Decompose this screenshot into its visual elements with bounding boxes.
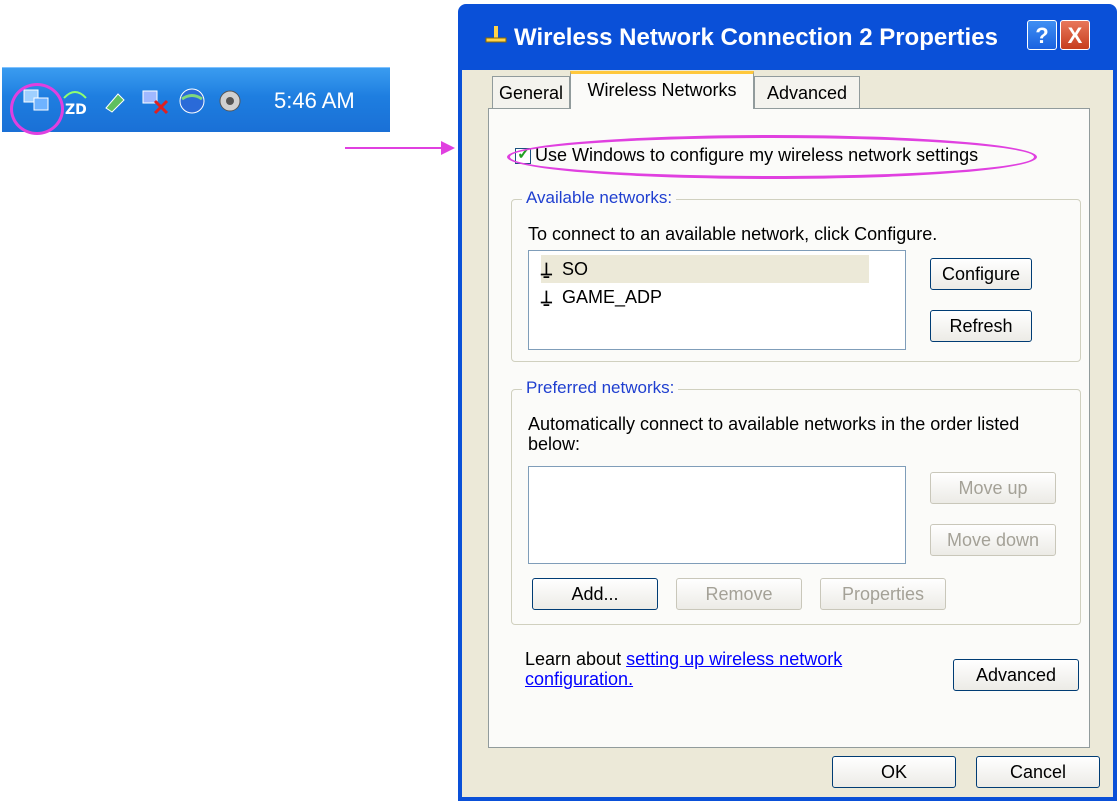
annotation-oval: [507, 135, 1037, 179]
configure-button[interactable]: Configure: [930, 258, 1032, 290]
list-item[interactable]: ⍊ SO: [541, 255, 869, 283]
dialog-client: General Wireless Networks Advanced ✓ Use …: [462, 70, 1113, 797]
available-networks-list[interactable]: ⍊ SO ⍊ GAME_ADP: [528, 250, 906, 350]
list-item[interactable]: ⍊ GAME_ADP: [541, 283, 869, 311]
tab-wireless-networks[interactable]: Wireless Networks: [570, 71, 754, 109]
cancel-button[interactable]: Cancel: [976, 756, 1100, 788]
move-down-button[interactable]: Move down: [930, 524, 1056, 556]
available-networks-group: Available networks: To connect to an ava…: [511, 188, 1081, 362]
svg-text:ZD: ZD: [65, 102, 87, 116]
add-button[interactable]: Add...: [532, 578, 658, 610]
available-networks-label: Available networks:: [522, 188, 677, 208]
network-disconnected-icon[interactable]: [140, 86, 170, 116]
zd-wireless-icon[interactable]: ZD: [60, 86, 90, 118]
annotation-arrow-head: [441, 141, 455, 155]
globe-icon[interactable]: [177, 86, 207, 116]
advanced-button[interactable]: Advanced: [953, 659, 1079, 691]
properties-button[interactable]: Properties: [820, 578, 946, 610]
antenna-icon: ⍊: [541, 259, 552, 279]
annotation-arrow-line: [345, 147, 443, 149]
preferred-networks-group: Preferred networks: Automatically connec…: [511, 378, 1081, 625]
preferred-networks-list[interactable]: [528, 466, 906, 564]
preferred-networks-label: Preferred networks:: [522, 378, 679, 398]
refresh-button[interactable]: Refresh: [930, 310, 1032, 342]
close-button[interactable]: X: [1060, 20, 1090, 50]
learn-about-label: Learn about: [525, 649, 622, 669]
move-up-button[interactable]: Move up: [930, 472, 1056, 504]
usb-device-icon[interactable]: [100, 86, 130, 116]
tab-panel: ✓ Use Windows to configure my wireless ne…: [488, 108, 1090, 748]
dialog-title: Wireless Network Connection 2 Properties: [514, 24, 998, 51]
tab-advanced[interactable]: Advanced: [754, 76, 860, 108]
system-tray: ZD 5:46 AM: [2, 67, 390, 135]
clock[interactable]: 5:46 AM: [274, 88, 355, 114]
network-connection-icon: [484, 24, 510, 51]
learn-about-text: Learn about setting up wireless network …: [525, 649, 905, 689]
tab-general[interactable]: General: [492, 76, 570, 108]
annotation-circle: [10, 83, 64, 135]
title-bar[interactable]: Wireless Network Connection 2 Properties…: [462, 4, 1113, 70]
ok-button[interactable]: OK: [832, 756, 956, 788]
volume-icon[interactable]: [216, 86, 246, 116]
remove-button[interactable]: Remove: [676, 578, 802, 610]
preferred-networks-description: Automatically connect to available netwo…: [528, 414, 1020, 454]
help-button[interactable]: ?: [1027, 20, 1057, 50]
properties-dialog: Wireless Network Connection 2 Properties…: [458, 4, 1117, 801]
antenna-icon: ⍊: [541, 287, 552, 307]
available-networks-description: To connect to an available network, clic…: [528, 224, 938, 244]
